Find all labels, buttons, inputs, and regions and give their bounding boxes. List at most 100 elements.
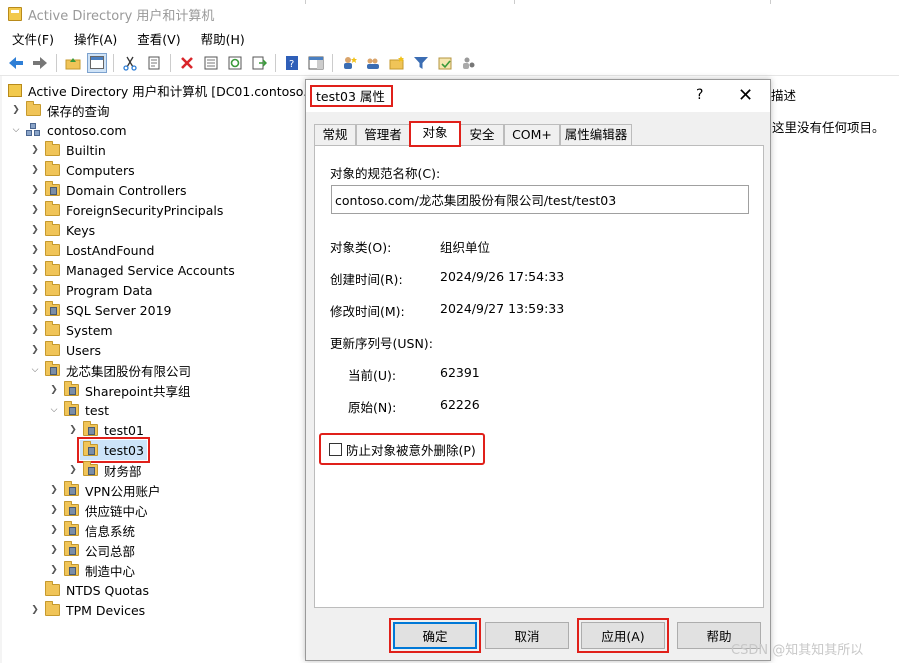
tree-item-lost-and-found[interactable]: ❯ LostAndFound <box>29 240 154 260</box>
forward-arrow-icon[interactable] <box>30 53 50 73</box>
help-icon[interactable]: ? <box>696 87 703 103</box>
chevron-right-icon[interactable]: ❯ <box>29 224 41 236</box>
aduc-root-icon <box>8 83 22 97</box>
back-arrow-icon[interactable] <box>6 53 26 73</box>
chevron-right-icon[interactable]: ❯ <box>29 204 41 216</box>
tab-object[interactable]: 对象 <box>409 121 461 147</box>
copy-icon[interactable] <box>144 53 164 73</box>
usn-current-label: 当前(U): <box>348 368 397 383</box>
add-to-group-icon[interactable] <box>435 53 455 73</box>
tree-item-company[interactable]: ⌵ 龙芯集团股份有限公司 <box>29 360 191 380</box>
delegate-control-icon[interactable] <box>459 53 479 73</box>
details-pane: 描述 这里没有任何项目。 <box>770 79 899 663</box>
tree-item-domain-controllers[interactable]: ❯ Domain Controllers <box>29 180 186 200</box>
chevron-right-icon[interactable]: ❯ <box>67 424 79 436</box>
chevron-right-icon[interactable]: ❯ <box>29 184 41 196</box>
watermark: CSDN @知其知其所以 <box>731 643 864 658</box>
tree-item-vpn[interactable]: ❯ VPN公用账户 <box>48 480 160 500</box>
menu-view[interactable]: 查看(V) <box>125 29 188 48</box>
tree-root[interactable]: Active Directory 用户和计算机 [DC01.contoso.co… <box>8 80 305 100</box>
chevron-right-icon[interactable]: ❯ <box>48 484 60 496</box>
tree-item-tpm-devices[interactable]: ❯ TPM Devices <box>29 600 145 620</box>
menu-help[interactable]: 帮助(H) <box>189 29 253 48</box>
tree-item-saved-queries[interactable]: ❯ 保存的查询 <box>10 100 110 120</box>
new-ou-icon[interactable] <box>387 53 407 73</box>
chevron-right-icon[interactable]: ❯ <box>48 524 60 536</box>
tree-item-it-systems[interactable]: ❯ 信息系统 <box>48 520 135 540</box>
tab-general[interactable]: 常规 <box>314 124 356 146</box>
menu-file[interactable]: 文件(F) <box>0 29 62 48</box>
protect-from-deletion-checkbox[interactable] <box>329 442 342 456</box>
canonical-name-label: 对象的规范名称(C): <box>330 166 441 181</box>
cut-icon[interactable] <box>120 53 140 73</box>
cancel-button[interactable]: 取消 <box>485 622 569 649</box>
tree-item-builtin[interactable]: ❯ Builtin <box>29 140 106 160</box>
chevron-right-icon[interactable]: ❯ <box>48 504 60 516</box>
delete-icon[interactable] <box>177 53 197 73</box>
chevron-down-icon[interactable]: ⌵ <box>48 404 60 416</box>
tree-item-test[interactable]: ⌵ test <box>48 400 109 420</box>
up-folder-icon[interactable] <box>63 53 83 73</box>
chevron-right-icon[interactable]: ❯ <box>29 284 41 296</box>
close-icon[interactable]: ✕ <box>738 85 753 106</box>
chevron-right-icon[interactable]: ❯ <box>29 604 41 616</box>
chevron-right-icon[interactable]: ❯ <box>29 344 41 356</box>
folder-icon <box>45 161 60 176</box>
tree-item-supply-chain[interactable]: ❯ 供应链中心 <box>48 500 148 520</box>
tree-item-headquarters[interactable]: ❯ 公司总部 <box>48 540 135 560</box>
chevron-right-icon[interactable]: ❯ <box>29 324 41 336</box>
tree-item-managed-service-accounts[interactable]: ❯ Managed Service Accounts <box>29 260 235 280</box>
tree-item-system[interactable]: ❯ System <box>29 320 113 340</box>
chevron-right-icon[interactable]: ❯ <box>29 144 41 156</box>
tab-com-plus[interactable]: COM+ <box>504 124 560 146</box>
canonical-name-field[interactable]: contoso.com/龙芯集团股份有限公司/test/test03 <box>331 185 749 214</box>
export-list-icon[interactable] <box>249 53 269 73</box>
tree-item-label: 公司总部 <box>85 543 136 559</box>
menu-action[interactable]: 操作(A) <box>62 29 125 48</box>
chevron-right-icon[interactable]: ❯ <box>29 164 41 176</box>
ou-folder-icon <box>45 361 60 376</box>
tab-attribute-editor[interactable]: 属性编辑器 <box>560 124 632 146</box>
chevron-right-icon[interactable]: ❯ <box>29 304 41 316</box>
chevron-right-icon[interactable]: ❯ <box>48 564 60 576</box>
menu-bar: 文件(F) 操作(A) 查看(V) 帮助(H) <box>0 28 899 48</box>
tree-item-sharepoint[interactable]: ❯ Sharepoint共享组 <box>48 380 190 400</box>
apply-button[interactable]: 应用(A) <box>577 618 669 653</box>
chevron-down-icon[interactable]: ⌵ <box>29 364 41 376</box>
folder-icon <box>45 581 60 596</box>
chevron-right-icon[interactable]: ❯ <box>48 384 60 396</box>
tab-security[interactable]: 安全 <box>460 124 504 146</box>
tree-item-program-data[interactable]: ❯ Program Data <box>29 280 153 300</box>
refresh-icon[interactable] <box>225 53 245 73</box>
chevron-right-icon[interactable]: ❯ <box>29 264 41 276</box>
properties-icon[interactable] <box>201 53 221 73</box>
chevron-right-icon[interactable]: ❯ <box>67 464 79 476</box>
ok-button[interactable]: 确定 <box>389 618 481 653</box>
tree-item-keys[interactable]: ❯ Keys <box>29 220 95 240</box>
tree-item-test01[interactable]: ❯ test01 <box>67 420 144 440</box>
tab-managed-by[interactable]: 管理者 <box>356 124 410 146</box>
folder-icon <box>45 321 60 336</box>
tree-item-users[interactable]: ❯ Users <box>29 340 101 360</box>
tree-item-finance[interactable]: ❯ 财务部 <box>67 460 142 480</box>
ou-folder-icon <box>45 181 60 196</box>
show-console-tree-icon[interactable] <box>87 52 107 73</box>
tree-item-foreign-security-principals[interactable]: ❯ ForeignSecurityPrincipals <box>29 200 223 220</box>
tree-item-computers[interactable]: ❯ Computers <box>29 160 135 180</box>
column-header-description[interactable]: 描述 <box>771 85 796 104</box>
chevron-right-icon[interactable]: ❯ <box>29 244 41 256</box>
tree-item-domain[interactable]: ⌵ contoso.com <box>10 120 127 140</box>
chevron-down-icon[interactable]: ⌵ <box>10 124 22 136</box>
tree-item-sql-server-2019[interactable]: ❯ SQL Server 2019 <box>29 300 172 320</box>
show-hide-action-pane-icon[interactable] <box>306 53 326 73</box>
tree-item-ntds-quotas[interactable]: NTDS Quotas <box>45 580 149 600</box>
chevron-right-icon[interactable]: ❯ <box>10 104 22 116</box>
tree-item-manufacturing[interactable]: ❯ 制造中心 <box>48 560 135 580</box>
chevron-right-icon[interactable]: ❯ <box>48 544 60 556</box>
new-group-icon[interactable] <box>363 53 383 73</box>
help-book-icon[interactable]: ? <box>282 53 302 73</box>
protect-from-deletion-option[interactable]: 防止对象被意外删除(P) <box>319 433 485 465</box>
new-user-icon[interactable] <box>339 53 359 73</box>
tree-item-test03-selected[interactable]: test03 <box>77 437 150 463</box>
filter-icon[interactable] <box>411 53 431 73</box>
